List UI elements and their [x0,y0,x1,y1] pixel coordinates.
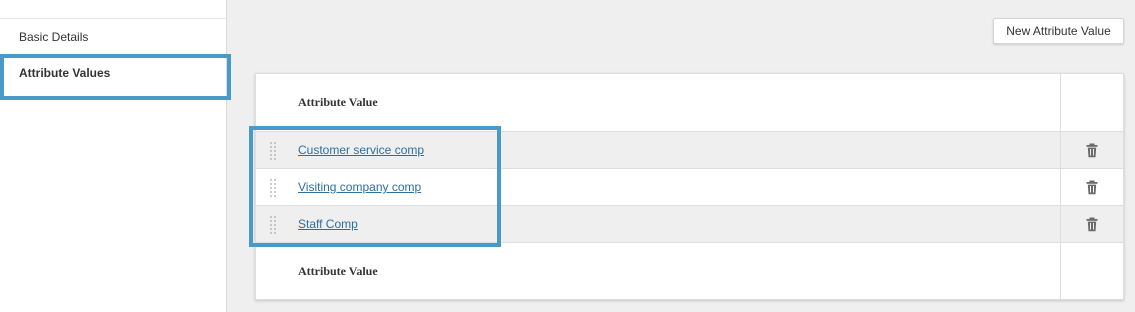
sidebar-item-basic-details[interactable]: Basic Details [0,19,226,55]
table-row: Visiting company comp [256,169,1123,206]
table-header-row: Attribute Value [256,74,1123,132]
column-header-attribute-value: Attribute Value [298,95,378,109]
trash-icon[interactable] [1085,217,1099,232]
table-footer-row: Attribute Value [256,243,1123,299]
trash-icon[interactable] [1085,180,1099,195]
table-row: Customer service comp [256,132,1123,169]
app-layout: Basic Details Attribute Values New Attri… [0,0,1135,312]
drag-handle-icon[interactable] [268,215,278,235]
attribute-value-link[interactable]: Staff Comp [298,217,358,231]
new-attribute-value-button[interactable]: New Attribute Value [993,18,1124,44]
sidebar-item-attribute-values[interactable]: Attribute Values [0,54,231,100]
column-divider [1060,132,1061,168]
attribute-value-link[interactable]: Customer service comp [298,143,424,157]
column-divider [1060,243,1061,299]
attribute-value-link[interactable]: Visiting company comp [298,180,421,194]
column-divider [1060,169,1061,205]
drag-handle-icon[interactable] [268,178,278,198]
column-footer-attribute-value: Attribute Value [298,263,378,278]
drag-handle-icon[interactable] [268,141,278,161]
column-divider [1060,206,1061,242]
column-divider [1060,74,1061,131]
table-row: Staff Comp [256,206,1123,243]
sidebar-item-label: Basic Details [19,30,89,44]
attribute-values-table: Attribute Value Customer service comp Vi… [255,73,1124,300]
trash-icon[interactable] [1085,143,1099,158]
sidebar-item-label: Attribute Values [19,66,111,80]
sidebar: Basic Details Attribute Values [0,0,231,312]
